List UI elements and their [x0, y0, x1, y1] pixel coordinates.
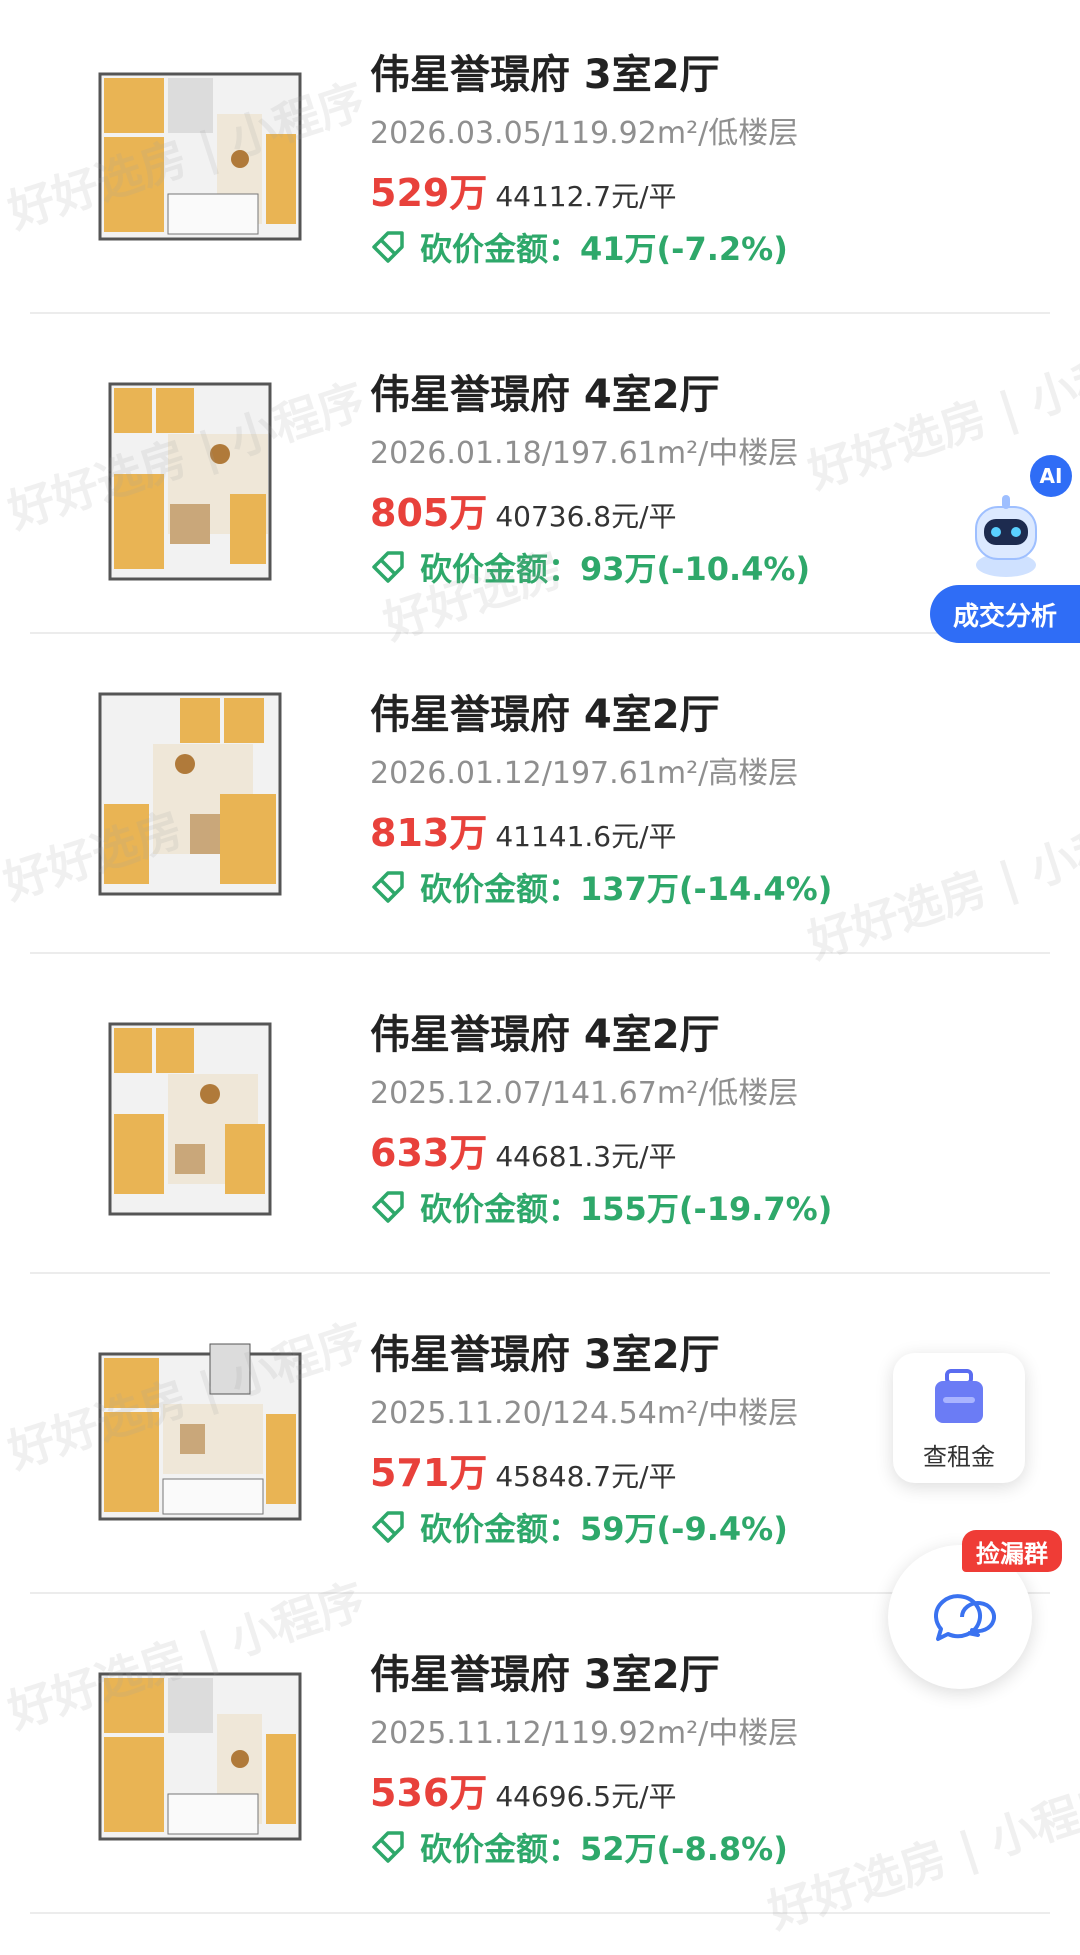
total-price: 529万 — [370, 171, 488, 215]
price-row: 805万 40736.8元/平 — [370, 482, 677, 537]
price-tag-icon — [372, 871, 404, 903]
price-tag-icon — [372, 1831, 404, 1863]
robot-icon — [975, 495, 1037, 577]
listing-card[interactable]: 伟星誉璟府 4室2厅 2025.12.07/141.67m²/低楼层 633万 4… — [30, 954, 1050, 1274]
total-price: 805万 — [370, 491, 488, 535]
discount-row: 砍价金额： 93万(-10.4%) — [370, 544, 810, 590]
floor-plan-image — [70, 674, 330, 924]
chat-bubbles-icon — [933, 1594, 996, 1641]
discount-value: 41万(-7.2%) — [580, 230, 788, 268]
listing-meta: 2026.03.05/119.92m²/低楼层 — [370, 116, 799, 151]
total-price: 536万 — [370, 1771, 488, 1815]
floor-plan-image — [70, 1314, 330, 1564]
listing-card[interactable]: 伟星誉璟府 4室2厅 2026.01.18/197.61m²/中楼层 805万 4… — [30, 314, 1050, 634]
check-rent-button[interactable]: 查租金 — [893, 1353, 1025, 1483]
unit-price: 44681.3元/平 — [495, 1140, 677, 1173]
discount-value: 52万(-8.8%) — [580, 1830, 788, 1868]
price-row: 571万 45848.7元/平 — [370, 1442, 677, 1497]
listing-meta: 2025.12.07/141.67m²/低楼层 — [370, 1076, 799, 1111]
floor-plan-image — [70, 994, 330, 1244]
listing-title: 伟星誉璟府 4室2厅 — [370, 692, 720, 738]
discount-value: 93万(-10.4%) — [580, 550, 811, 588]
discount-label: 砍价金额： — [420, 550, 581, 588]
price-row: 529万 44112.7元/平 — [370, 162, 677, 217]
total-price: 571万 — [370, 1451, 488, 1495]
price-row: 813万 41141.6元/平 — [370, 802, 677, 857]
floor-plan-image — [70, 34, 330, 284]
discount-row: 砍价金额： 155万(-19.7%) — [370, 1184, 832, 1230]
listing-meta: 2025.11.20/124.54m²/中楼层 — [370, 1396, 799, 1431]
total-price: 813万 — [370, 811, 488, 855]
briefcase-icon — [935, 1369, 983, 1423]
listing-title: 伟星誉璟府 4室2厅 — [370, 372, 720, 418]
deal-analysis-button[interactable]: 成交分析 — [930, 585, 1080, 643]
discount-value: 155万(-19.7%) — [580, 1190, 833, 1228]
listing-card[interactable]: 伟星誉璟府 4室2厅 2026.01.12/197.61m²/高楼层 813万 4… — [30, 634, 1050, 954]
price-tag-icon — [372, 1511, 404, 1543]
deal-analysis-widget[interactable]: AI 成交分析 — [930, 455, 1080, 655]
listing-meta: 2026.01.12/197.61m²/高楼层 — [370, 756, 799, 791]
listing-title: 伟星誉璟府 3室2厅 — [370, 52, 720, 98]
listing-meta: 2026.01.18/197.61m²/中楼层 — [370, 436, 799, 471]
unit-price: 45848.7元/平 — [495, 1460, 677, 1493]
discount-label: 砍价金额： — [420, 1830, 581, 1868]
discount-label: 砍价金额： — [420, 870, 581, 908]
listing-meta: 2025.11.12/119.92m²/中楼层 — [370, 1716, 799, 1751]
price-row: 536万 44696.5元/平 — [370, 1762, 677, 1817]
discount-row: 砍价金额： 59万(-9.4%) — [370, 1504, 788, 1550]
discount-row: 砍价金额： 41万(-7.2%) — [370, 224, 788, 270]
listing-title: 伟星誉璟府 4室2厅 — [370, 1012, 720, 1058]
floor-plan-image — [70, 354, 330, 604]
discount-value: 137万(-14.4%) — [580, 870, 833, 908]
discount-label: 砍价金额： — [420, 1510, 581, 1548]
unit-price: 44696.5元/平 — [495, 1780, 677, 1813]
unit-price: 41141.6元/平 — [495, 820, 677, 853]
check-rent-label: 查租金 — [923, 1443, 995, 1471]
discount-row: 砍价金额： 137万(-14.4%) — [370, 864, 832, 910]
price-row: 633万 44681.3元/平 — [370, 1122, 677, 1177]
listing-title: 伟星誉璟府 3室2厅 — [370, 1332, 720, 1378]
price-tag-icon — [372, 551, 404, 583]
discount-label: 砍价金额： — [420, 1190, 581, 1228]
bargain-group-badge: 捡漏群 — [962, 1530, 1062, 1572]
discount-value: 59万(-9.4%) — [580, 1510, 788, 1548]
discount-label: 砍价金额： — [420, 230, 581, 268]
total-price: 633万 — [370, 1131, 488, 1175]
floor-plan-image — [70, 1634, 330, 1884]
ai-badge: AI — [1030, 455, 1072, 497]
unit-price: 44112.7元/平 — [495, 180, 677, 213]
price-tag-icon — [372, 231, 404, 263]
price-tag-icon — [372, 1191, 404, 1223]
listing-title: 伟星誉璟府 3室2厅 — [370, 1652, 720, 1698]
listing-card[interactable]: 伟星誉璟府 3室2厅 2026.03.05/119.92m²/低楼层 529万 4… — [30, 0, 1050, 314]
unit-price: 40736.8元/平 — [495, 500, 677, 533]
discount-row: 砍价金额： 52万(-8.8%) — [370, 1824, 788, 1870]
